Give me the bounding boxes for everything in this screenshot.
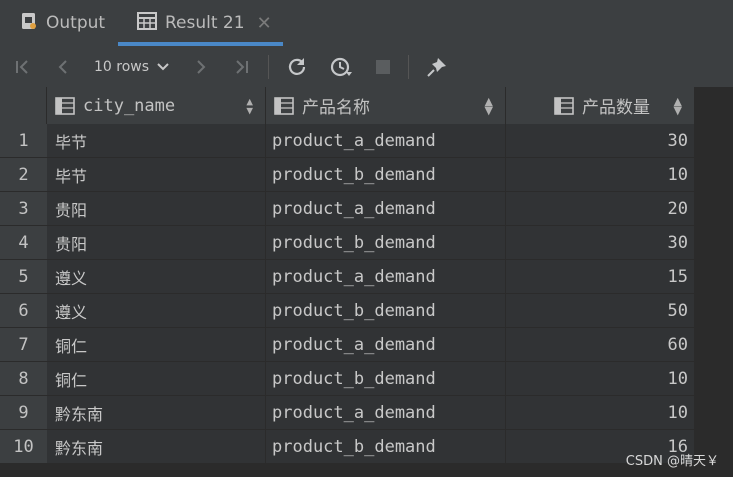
cell-city[interactable]: 黔东南	[47, 430, 266, 464]
column-icon	[55, 96, 75, 115]
column-header-label: city_name	[83, 95, 176, 116]
next-page-icon[interactable]	[188, 46, 214, 87]
cell-city[interactable]: 毕节	[47, 124, 266, 158]
cell-quantity[interactable]: 20	[506, 192, 695, 226]
row-number: 1	[0, 124, 47, 158]
tab-label: Result 21	[165, 13, 245, 33]
cell-city[interactable]: 铜仁	[47, 362, 266, 396]
tab-result[interactable]: Result 21 ✕	[137, 0, 272, 46]
row-number: 2	[0, 158, 47, 192]
cell-city[interactable]: 铜仁	[47, 328, 266, 362]
sort-icon[interactable]: ▲ ▼	[246, 96, 253, 116]
column-header-product-qty[interactable]: 产品数量 ▲ ▼	[506, 87, 695, 124]
cell-quantity[interactable]: 15	[506, 260, 695, 294]
row-number: 7	[0, 328, 47, 362]
cell-product[interactable]: product_b_demand	[266, 158, 506, 192]
row-number: 5	[0, 260, 47, 294]
last-page-icon[interactable]	[228, 46, 254, 87]
cell-city[interactable]: 黔东南	[47, 396, 266, 430]
row-number: 8	[0, 362, 47, 396]
column-header-city-name[interactable]: city_name ▲ ▼	[47, 87, 266, 124]
grid-header: city_name ▲ ▼ 产品名称 ▲ ▼ 产品数量 ▲ ▼	[0, 87, 695, 125]
cell-product[interactable]: product_a_demand	[266, 124, 506, 158]
cell-product[interactable]: product_b_demand	[266, 362, 506, 396]
history-icon[interactable]	[326, 46, 356, 87]
cell-city[interactable]: 贵阳	[47, 226, 266, 260]
toolbar: 10 rows	[0, 46, 733, 88]
column-header-label: 产品数量	[582, 98, 650, 118]
cell-city[interactable]: 毕节	[47, 158, 266, 192]
rows-label: 10 rows	[94, 58, 150, 75]
row-number: 4	[0, 226, 47, 260]
row-number-header	[0, 87, 47, 124]
column-icon	[274, 96, 294, 115]
cell-quantity[interactable]: 10	[506, 362, 695, 396]
refresh-icon[interactable]	[284, 46, 310, 87]
sort-icon[interactable]: ▲ ▼	[485, 96, 493, 116]
table-row[interactable]: 1 毕节 product_a_demand 30	[0, 124, 695, 158]
table-row[interactable]: 2 毕节 product_b_demand 10	[0, 158, 695, 192]
rows-selector[interactable]: 10 rows	[94, 46, 169, 87]
row-number: 10	[0, 430, 47, 464]
cell-quantity[interactable]: 60	[506, 328, 695, 362]
table-row[interactable]: 9 黔东南 product_a_demand 10	[0, 396, 695, 430]
sort-icon[interactable]: ▲ ▼	[674, 96, 682, 116]
chevron-down-icon	[157, 60, 169, 74]
cell-product[interactable]: product_b_demand	[266, 294, 506, 328]
cell-quantity[interactable]: 30	[506, 226, 695, 260]
table-row[interactable]: 7 铜仁 product_a_demand 60	[0, 328, 695, 362]
table-row[interactable]: 6 遵义 product_b_demand 50	[0, 294, 695, 328]
stop-icon[interactable]	[370, 46, 396, 87]
pin-icon[interactable]	[424, 46, 450, 87]
column-header-label: 产品名称	[302, 98, 370, 118]
table-row[interactable]: 4 贵阳 product_b_demand 30	[0, 226, 695, 260]
cell-product[interactable]: product_a_demand	[266, 192, 506, 226]
cell-city[interactable]: 遵义	[47, 260, 266, 294]
table-row[interactable]: 8 铜仁 product_b_demand 10	[0, 362, 695, 396]
cell-quantity[interactable]: 50	[506, 294, 695, 328]
column-icon	[554, 96, 574, 115]
row-number: 6	[0, 294, 47, 328]
row-number: 9	[0, 396, 47, 430]
cell-quantity[interactable]: 10	[506, 158, 695, 192]
cell-quantity[interactable]: 10	[506, 396, 695, 430]
close-icon[interactable]: ✕	[257, 13, 272, 34]
watermark: CSDN @晴天￥	[625, 454, 719, 469]
first-page-icon[interactable]	[10, 46, 36, 87]
column-header-product-name[interactable]: 产品名称 ▲ ▼	[266, 87, 506, 124]
output-icon	[20, 12, 38, 35]
grid-empty-area	[695, 87, 733, 477]
cell-city[interactable]: 贵阳	[47, 192, 266, 226]
tab-output[interactable]: Output	[20, 0, 105, 46]
row-number: 3	[0, 192, 47, 226]
toolbar-divider	[268, 55, 269, 79]
toolbar-divider	[408, 55, 409, 79]
table-icon	[137, 11, 157, 35]
prev-page-icon[interactable]	[50, 46, 76, 87]
result-grid: city_name ▲ ▼ 产品名称 ▲ ▼ 产品数量 ▲ ▼ 1 毕节 produc…	[0, 87, 733, 477]
cell-quantity[interactable]: 30	[506, 124, 695, 158]
table-row[interactable]: 10 黔东南 product_b_demand 16	[0, 430, 695, 464]
cell-product[interactable]: product_a_demand	[266, 260, 506, 294]
tab-bar: Output Result 21 ✕	[0, 0, 733, 47]
table-row[interactable]: 5 遵义 product_a_demand 15	[0, 260, 695, 294]
cell-product[interactable]: product_b_demand	[266, 430, 506, 464]
tab-label: Output	[46, 13, 106, 33]
table-row[interactable]: 3 贵阳 product_a_demand 20	[0, 192, 695, 226]
cell-product[interactable]: product_a_demand	[266, 328, 506, 362]
cell-city[interactable]: 遵义	[47, 294, 266, 328]
cell-product[interactable]: product_a_demand	[266, 396, 506, 430]
cell-product[interactable]: product_b_demand	[266, 226, 506, 260]
